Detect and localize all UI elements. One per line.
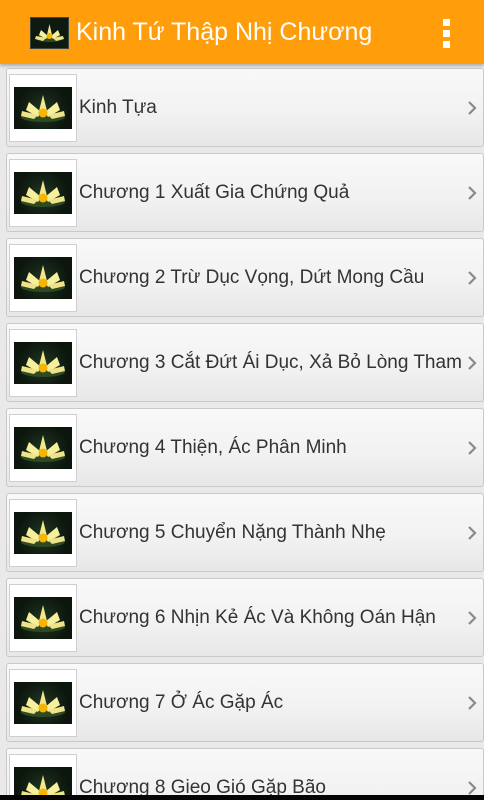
lotus-flower-icon <box>9 669 77 737</box>
chevron-right-icon <box>468 696 477 710</box>
chapter-list-item[interactable]: Chương 4 Thiện, Ác Phân Minh <box>6 408 484 487</box>
chapter-title: Kinh Tựa <box>79 97 157 118</box>
chevron-right-icon <box>468 101 477 115</box>
lotus-flower-icon <box>9 329 77 397</box>
lotus-flower-icon <box>9 159 77 227</box>
lotus-flower-icon <box>9 584 77 652</box>
chapter-list-item[interactable]: Chương 7 Ở Ác Gặp Ác <box>6 663 484 742</box>
chapter-list-item[interactable]: Chương 2 Trừ Dục Vọng, Dứt Mong Cầu <box>6 238 484 317</box>
overflow-menu-icon[interactable] <box>434 16 460 50</box>
lotus-flower-icon <box>9 499 77 567</box>
chevron-right-icon <box>468 271 477 285</box>
screen: Kinh Tứ Thập Nhị Chương Kinh Tựa Chương … <box>0 0 484 800</box>
app-title: Kinh Tứ Thập Nhị Chương <box>76 18 373 46</box>
app-lotus-icon[interactable] <box>30 17 69 49</box>
chapter-title: Chương 4 Thiện, Ác Phân Minh <box>79 437 347 458</box>
chapter-title: Chương 6 Nhịn Kẻ Ác Và Không Oán Hận <box>79 607 436 628</box>
chapter-list-item[interactable]: Chương 8 Gieo Gió Gặp Bão <box>6 748 484 800</box>
lotus-flower-icon <box>9 414 77 482</box>
chevron-right-icon <box>468 441 477 455</box>
action-bar: Kinh Tứ Thập Nhị Chương <box>0 0 484 64</box>
chapter-list-item[interactable]: Chương 6 Nhịn Kẻ Ác Và Không Oán Hận <box>6 578 484 657</box>
chapter-title: Chương 7 Ở Ác Gặp Ác <box>79 692 284 713</box>
chapter-title: Chương 5 Chuyển Nặng Thành Nhẹ <box>79 522 386 543</box>
lotus-flower-icon <box>9 754 77 800</box>
chevron-right-icon <box>468 186 477 200</box>
chevron-right-icon <box>468 781 477 795</box>
chapter-title: Chương 2 Trừ Dục Vọng, Dứt Mong Cầu <box>79 267 425 288</box>
chapter-title: Chương 3 Cắt Đứt Ái Dục, Xả Bỏ Lòng Tham <box>79 352 462 373</box>
chapter-list-item[interactable]: Chương 1 Xuất Gia Chứng Quả <box>6 153 484 232</box>
chevron-right-icon <box>468 611 477 625</box>
chapter-list-item[interactable]: Kinh Tựa <box>6 68 484 147</box>
chapter-list-item[interactable]: Chương 3 Cắt Đứt Ái Dục, Xả Bỏ Lòng Tham <box>6 323 484 402</box>
chevron-right-icon <box>468 356 477 370</box>
chapter-list-item[interactable]: Chương 5 Chuyển Nặng Thành Nhẹ <box>6 493 484 572</box>
chapter-title: Chương 1 Xuất Gia Chứng Quả <box>79 182 350 203</box>
lotus-flower-icon <box>9 74 77 142</box>
system-nav-bar <box>0 795 484 800</box>
chevron-right-icon <box>468 526 477 540</box>
lotus-flower-icon <box>9 244 77 312</box>
